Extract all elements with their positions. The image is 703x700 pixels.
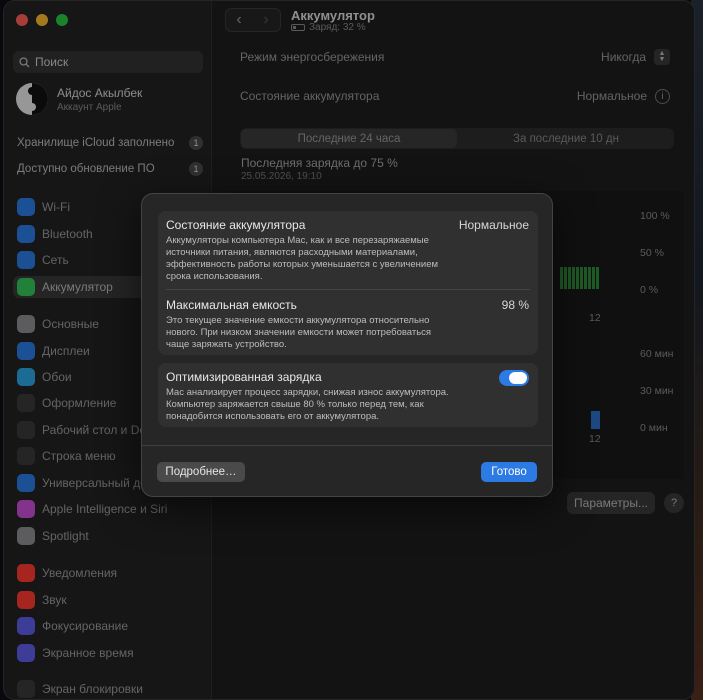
- sheet-capacity-description: Это текущее значение емкости аккумулятор…: [166, 315, 432, 350]
- sheet-health-value: Нормальное: [458, 218, 529, 232]
- sheet-optimized-title: Оптимизированная зарядка: [166, 370, 322, 384]
- optimized-charging-toggle[interactable]: [499, 370, 529, 386]
- optimized-charging-card: Оптимизированная зарядка Mac анализирует…: [158, 363, 538, 427]
- health-card: Состояние аккумулятора Нормальное Аккуму…: [158, 211, 538, 355]
- sheet-health-description: Аккумуляторы компьютера Mac, как и все п…: [166, 235, 439, 282]
- more-info-button[interactable]: Подробнее…: [157, 462, 245, 482]
- sheet-optimized-description: Mac анализирует процесс зарядки, снижая …: [166, 387, 449, 422]
- sheet-capacity-value: 98 %: [501, 298, 529, 312]
- battery-health-sheet: Состояние аккумулятора Нормальное Аккуму…: [141, 193, 553, 497]
- sheet-capacity-title: Максимальная емкость: [166, 298, 297, 312]
- done-button[interactable]: Готово: [481, 462, 537, 482]
